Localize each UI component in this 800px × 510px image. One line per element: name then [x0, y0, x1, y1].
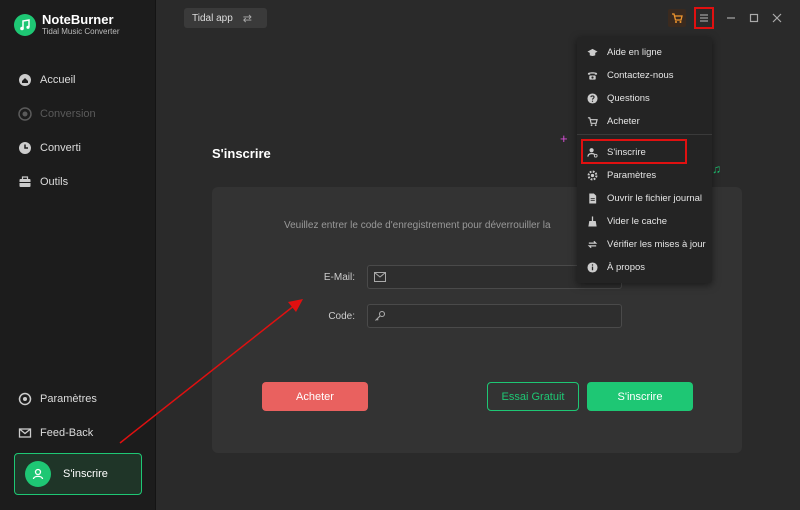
- menu-item-parametres[interactable]: Paramètres: [577, 164, 712, 186]
- brand-subtitle: Tidal Music Converter: [42, 27, 120, 36]
- page-title: S'inscrire: [212, 146, 271, 161]
- code-field[interactable]: [367, 304, 622, 328]
- menu-item-vider-cache[interactable]: Vider le cache: [577, 210, 712, 232]
- question-icon: [587, 92, 598, 104]
- main-menu-dropdown: Aide en ligne Contactez-nous Questions A…: [577, 37, 712, 283]
- register-button[interactable]: S'inscrire: [14, 453, 142, 495]
- buy-button[interactable]: Acheter: [262, 382, 368, 411]
- envelope-icon: [374, 272, 386, 282]
- code-label: Code:: [328, 311, 355, 322]
- close-button[interactable]: [768, 9, 786, 27]
- menu-separator: [577, 134, 712, 135]
- sidebar-item-converti[interactable]: Converti: [18, 141, 81, 155]
- file-icon: [589, 192, 597, 204]
- sidebar-item-label: Conversion: [40, 108, 96, 120]
- menu-button[interactable]: [694, 7, 714, 29]
- info-icon: [587, 261, 598, 273]
- conversion-icon: [18, 107, 32, 121]
- menu-item-acheter[interactable]: Acheter: [577, 110, 712, 132]
- menu-item-a-propos[interactable]: À propos: [577, 256, 712, 278]
- sidebar-item-feedback[interactable]: Feed-Back: [18, 426, 93, 440]
- cart-icon: [587, 116, 598, 126]
- sidebar-item-label: Outils: [40, 176, 69, 188]
- broom-icon: [588, 215, 597, 227]
- key-icon: [375, 310, 386, 321]
- sidebar-item-outils[interactable]: Outils: [18, 175, 68, 189]
- register-submit-button[interactable]: S'inscrire: [587, 382, 693, 411]
- menu-item-questions[interactable]: Questions: [577, 87, 712, 109]
- mail-icon: [18, 428, 32, 438]
- maximize-button[interactable]: [745, 9, 763, 27]
- source-selector-button[interactable]: Tidal app ⇄: [184, 8, 267, 28]
- cart-icon: [672, 13, 683, 23]
- sidebar-item-parametres[interactable]: Paramètres: [18, 392, 97, 406]
- register-label: S'inscrire: [63, 468, 108, 480]
- menu-item-verifier-mises-a-jour[interactable]: Vérifier les mises à jour: [577, 233, 712, 255]
- minimize-icon: [727, 17, 735, 19]
- user-avatar-icon: [25, 461, 51, 487]
- sidebar-item-accueil[interactable]: Accueil: [18, 73, 75, 87]
- menu-item-aide-en-ligne[interactable]: Aide en ligne: [577, 41, 712, 63]
- free-trial-button[interactable]: Essai Gratuit: [487, 382, 579, 411]
- menu-item-contactez-nous[interactable]: Contactez-nous: [577, 64, 712, 86]
- graduation-cap-icon: [587, 48, 598, 56]
- menu-highlight-annotation: [581, 139, 687, 164]
- close-icon: [772, 13, 782, 23]
- source-label: Tidal app: [192, 12, 233, 24]
- brand-name: NoteBurner: [42, 12, 114, 27]
- email-label: E-Mail:: [323, 272, 355, 283]
- clock-icon: [19, 142, 31, 154]
- sidebar-item-label: Paramètres: [40, 393, 97, 405]
- cart-button[interactable]: [668, 9, 686, 27]
- plus-decoration-icon: +: [560, 131, 568, 146]
- brand: NoteBurner Tidal Music Converter: [14, 12, 120, 37]
- menu-item-ouvrir-journal[interactable]: Ouvrir le fichier journal: [577, 187, 712, 209]
- sidebar-item-label: Feed-Back: [40, 427, 94, 439]
- swap-icon: ⇄: [242, 12, 252, 25]
- refresh-icon: [587, 240, 598, 248]
- register-hint: Veuillez entrer le code d'enregistrement…: [284, 220, 551, 231]
- music-note-decoration-icon: ♫: [712, 162, 721, 176]
- hamburger-menu-icon: [700, 14, 708, 22]
- home-icon: [19, 74, 31, 86]
- minimize-button[interactable]: [722, 9, 740, 27]
- phone-icon: [587, 71, 598, 80]
- sidebar-item-label: Accueil: [40, 74, 76, 86]
- music-note-logo-icon: [14, 13, 36, 36]
- gear-icon: [18, 392, 32, 406]
- sidebar-item-conversion: Conversion: [18, 107, 96, 121]
- toolbox-icon: [19, 176, 31, 187]
- maximize-icon: [749, 13, 759, 23]
- sidebar-item-label: Converti: [40, 142, 81, 154]
- app-window: NoteBurner Tidal Music Converter Accueil…: [0, 0, 800, 510]
- gear-icon: [587, 170, 598, 180]
- sidebar: NoteBurner Tidal Music Converter Accueil…: [0, 0, 156, 510]
